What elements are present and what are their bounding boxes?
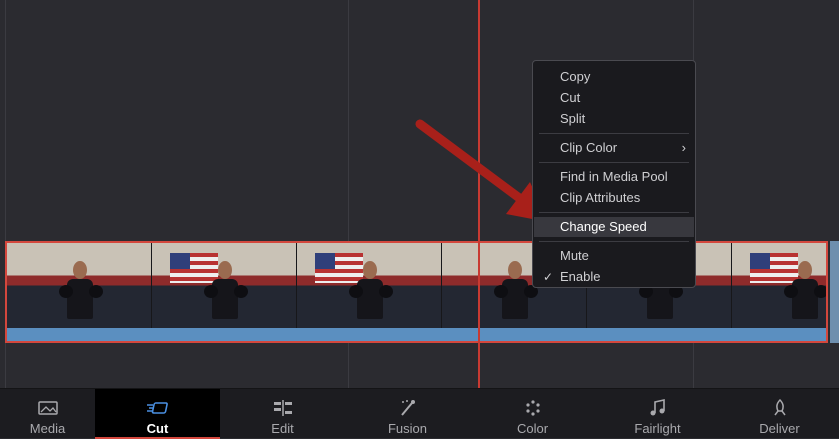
menu-item-label: Mute [560,248,589,263]
page-tab-media[interactable]: Media [0,389,95,439]
menu-item-clip-attributes[interactable]: Clip Attributes [534,188,694,208]
color-icon [523,397,543,419]
menu-item-label: Copy [560,69,591,84]
chevron-right-icon: › [681,140,686,155]
menu-item-clip-color[interactable]: Clip Color › [534,138,694,158]
menu-item-copy[interactable]: Copy [534,67,694,87]
page-navigation-bar: Media Cut Edit Fusion Color Fairlight Deliver [0,388,839,439]
edit-icon [272,397,294,419]
annotation-arrow-icon [415,119,548,222]
menu-item-label: Enable [560,269,601,284]
menu-item-find-in-media-pool[interactable]: Find in Media Pool [534,167,694,187]
page-tab-label: Deliver [759,421,800,436]
page-tab-label: Media [29,421,66,436]
page-tab-label: Fusion [387,421,428,436]
menu-item-mute[interactable]: Mute [534,246,694,266]
menu-separator [539,162,689,163]
fusion-icon [398,397,418,419]
menu-separator [539,212,689,213]
page-tab-fusion[interactable]: Fusion [345,389,470,439]
page-tab-label: Cut [146,421,169,436]
menu-item-label: Find in Media Pool [560,169,668,184]
checkmark-icon: ✓ [543,270,554,284]
cut-icon [145,397,171,419]
context-menu: Copy Cut Split Clip Color › Find in Media Poo… [532,60,696,288]
menu-item-split[interactable]: Split [534,109,694,129]
media-icon [37,397,58,419]
menu-separator [539,241,689,242]
page-tab-cut[interactable]: Cut [95,389,220,439]
menu-item-label: Split [560,111,586,126]
menu-item-label: Change Speed [560,219,647,234]
menu-item-label: Clip Attributes [560,190,641,205]
page-tab-label: Color [516,421,549,436]
page-tab-fairlight[interactable]: Fairlight [595,389,720,439]
page-tab-label: Fairlight [634,421,681,436]
menu-item-enable[interactable]: Enable ✓ [534,267,694,287]
menu-item-cut[interactable]: Cut [534,88,694,108]
page-tab-edit[interactable]: Edit [220,389,345,439]
menu-item-label: Cut [560,90,581,105]
timeline[interactable] [0,0,839,388]
deliver-icon [771,397,789,419]
menu-separator [539,133,689,134]
page-tab-label: Edit [271,421,294,436]
menu-item-change-speed[interactable]: Change Speed [534,217,694,237]
fairlight-icon [649,397,667,419]
page-tab-deliver[interactable]: Deliver [720,389,839,439]
page-tab-color[interactable]: Color [470,389,595,439]
menu-item-label: Clip Color [560,140,618,155]
